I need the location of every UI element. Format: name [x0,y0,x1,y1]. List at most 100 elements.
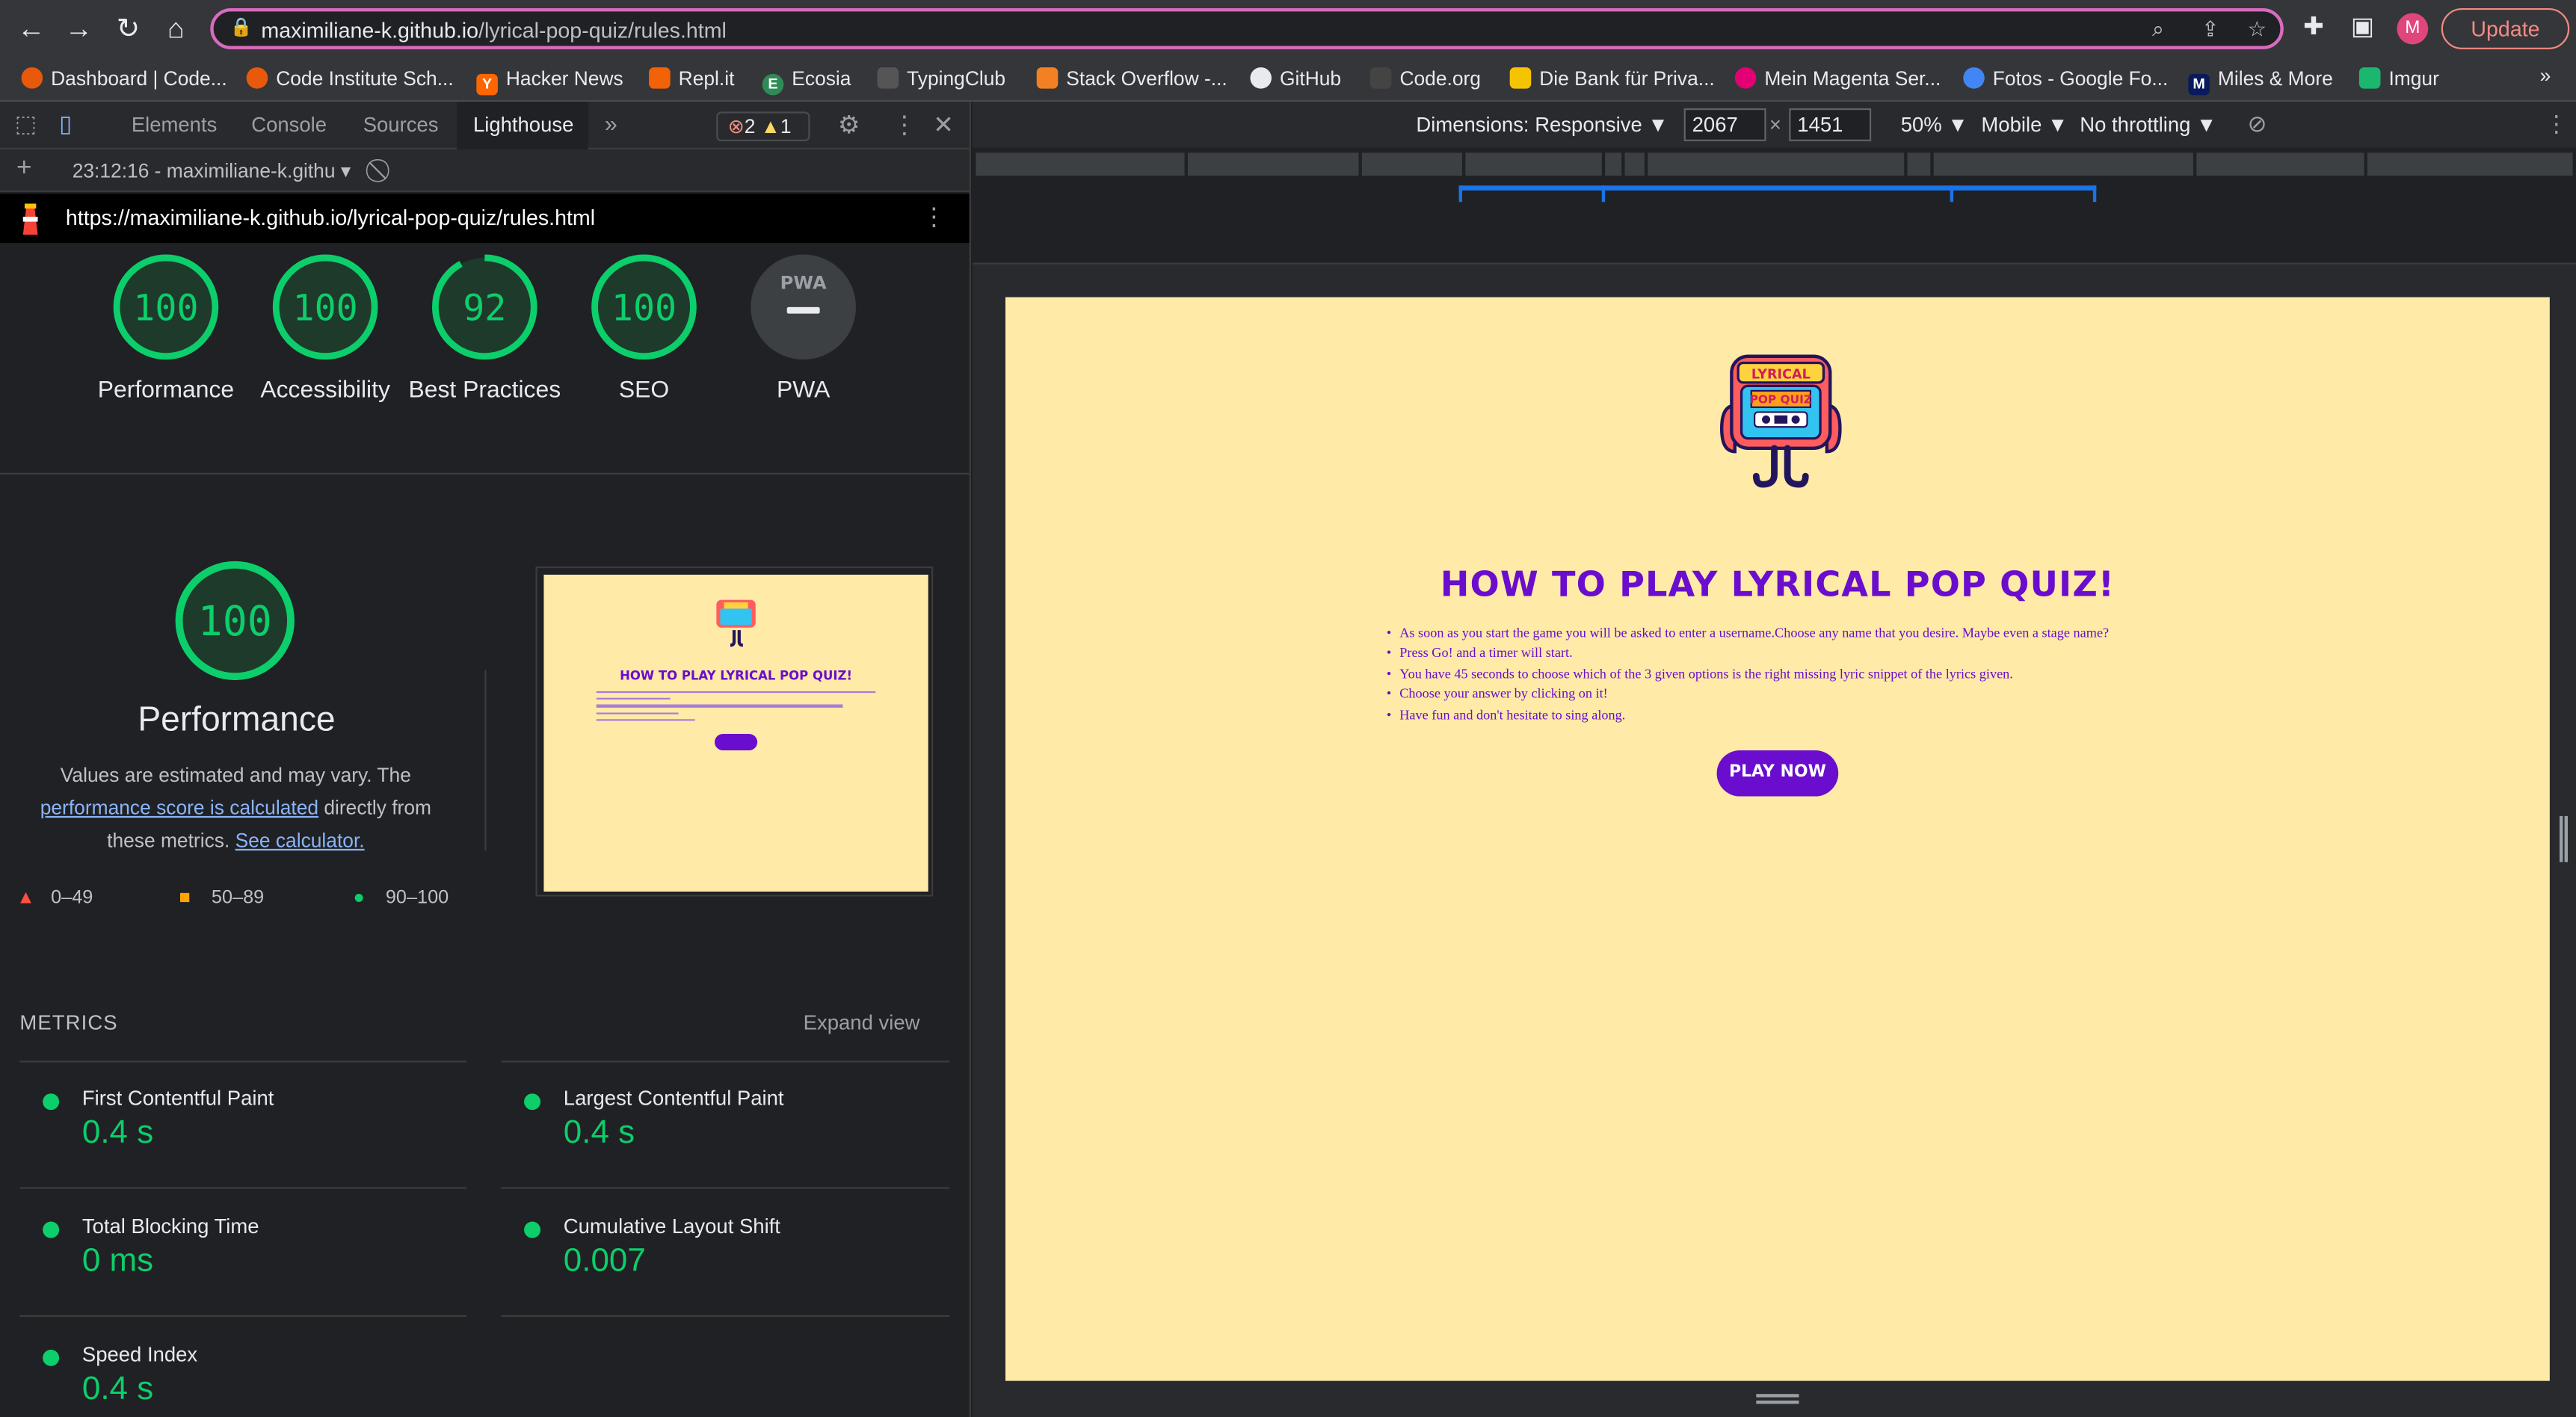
lighthouse-url: https://maximiliane-k.github.io/lyrical-… [65,205,596,230]
bookmark-item[interactable]: M Miles & More [2188,64,2333,96]
width-input[interactable]: 2067 [1683,108,1766,141]
device-type-dropdown[interactable]: Mobile ▼ [1981,114,2068,137]
bookmark-item[interactable]: Y Hacker News [476,64,623,96]
share-icon[interactable]: ⇪ [2201,16,2219,43]
score-gauge-best-practices[interactable]: 92 Best Practices [408,253,561,404]
report-selector[interactable]: 23:12:16 - maximiliane-k.githu ▾ [73,159,351,182]
inspect-element-icon[interactable]: ⬚ [15,110,37,138]
more-tabs-icon[interactable]: » [605,110,617,136]
star-icon[interactable]: ☆ [2247,16,2267,43]
average-square-icon: ■ [179,888,191,908]
address-url[interactable]: maximiliane-k.github.io/lyrical-pop-quiz… [261,18,726,43]
gauge-ring: 100 [272,254,378,360]
bookmark-item[interactable]: Code Institute Sch... [246,64,454,94]
zoom-search-icon[interactable]: ⌕ [2152,16,2164,43]
bookmark-favicon-icon [1036,67,1059,89]
back-arrow-icon[interactable]: ← [11,10,51,49]
play-now-button[interactable]: PLAY NOW [1716,750,1839,797]
bookmark-item[interactable]: E Ecosia [762,64,851,96]
zoom-dropdown[interactable]: 50% ▼ [1901,114,1968,137]
settings-gear-icon[interactable]: ⚙ [838,110,860,139]
device-toggle-icon[interactable]: ▯ [59,110,72,138]
thumbnail-title: HOW TO PLAY LYRICAL POP QUIZ! [620,668,852,683]
tab-sources[interactable]: Sources [363,114,439,137]
bookmark-item[interactable]: Imgur [2358,64,2439,94]
side-panel-icon[interactable]: ▣ [2351,11,2374,41]
gauge-value: 100 [292,287,357,329]
pass-dot-icon [43,1093,60,1111]
more-options-icon[interactable]: ⋮ [892,110,916,139]
gauge-label: PWA [776,377,831,404]
gauge-ring: 100 [113,254,219,360]
throttling-dropdown[interactable]: No throttling ▼ [2080,114,2216,137]
tab-console[interactable]: Console [251,114,327,137]
gauge-value: 92 [463,287,506,329]
reload-icon[interactable]: ↻ [108,10,148,49]
bookmarks-overflow-icon[interactable]: » [2540,64,2551,87]
issues-badge[interactable]: ⊗2 ▲1 [716,111,810,141]
lyrical-pop-quiz-logo[interactable]: LYRICAL POP QUIZ [1715,350,1846,491]
lighthouse-logo-icon [22,203,38,235]
bookmark-favicon-icon [1250,67,1272,89]
score-gauge-performance[interactable]: 100 Performance [98,253,234,404]
device-more-options-icon[interactable]: ⋮ [2545,110,2568,138]
see-calculator-link[interactable]: See calculator. [235,829,365,852]
update-button[interactable]: Update [2441,7,2570,49]
rules-list: As soon as you start the game you will b… [1387,624,2109,726]
metrics-heading: METRICS [19,1011,118,1035]
home-icon[interactable]: ⌂ [156,10,196,49]
height-input[interactable]: 1451 [1789,108,1872,141]
address-bar[interactable]: 🔒 maximiliane-k.github.io/lyrical-pop-qu… [210,7,2284,49]
report-menu-icon[interactable]: ⋮ [922,202,946,231]
final-screenshot-thumbnail[interactable]: HOW TO PLAY LYRICAL POP QUIZ! [535,566,934,897]
bookmark-item[interactable]: Dashboard | Code... [21,64,227,94]
bookmark-item[interactable]: Die Bank für Priva... [1509,64,1715,94]
rotate-icon[interactable]: ⊘ [2247,110,2267,138]
new-report-plus-icon[interactable]: + [16,155,32,185]
rules-list-item: Press Go! and a timer will start. [1387,644,2109,664]
expand-view-toggle[interactable]: Expand view [804,1011,920,1034]
score-gauge-seo[interactable]: 100 SEO [590,253,698,404]
bookmark-favicon-icon: Y [476,73,498,96]
bookmark-item[interactable]: TypingClub [877,64,1005,94]
pass-dot-icon [43,1221,60,1238]
bookmark-favicon-icon [21,67,43,89]
bookmark-favicon-icon [1369,67,1392,89]
pass-dot-icon [43,1349,60,1366]
score-gauge-accessibility[interactable]: 100 Accessibility [260,253,390,404]
thumbnail-play-button [714,734,758,751]
viewport-resize-handle-right[interactable] [2560,815,2569,862]
profile-avatar[interactable]: M [2397,13,2429,45]
viewport-resize-handle-bottom[interactable] [1756,1394,1799,1404]
lock-icon: 🔒 [229,18,253,38]
tab-elements[interactable]: Elements [132,114,218,137]
svg-text:PWA: PWA [780,273,827,294]
performance-description: Values are estimated and may vary. The p… [40,763,431,853]
bookmark-item[interactable]: GitHub [1250,64,1341,94]
bookmarks-bar: Dashboard | Code... Code Institute Sch..… [0,57,2576,102]
score-calculated-link[interactable]: performance score is calculated [40,797,318,820]
bookmark-favicon-icon [2358,67,2381,89]
extensions-puzzle-icon[interactable]: ✚ [2303,11,2324,41]
bookmark-item[interactable]: Code.org [1369,64,1481,94]
bookmark-item[interactable]: Fotos - Google Fo... [1963,64,2168,94]
close-icon[interactable]: ✕ [933,110,954,139]
pass-circle-icon: ● [353,888,365,908]
score-gauge-pwa[interactable]: PWA PWA [749,253,857,404]
logo-text-line1: LYRICAL [1751,367,1811,382]
tab-lighthouse[interactable]: Lighthouse [473,114,573,137]
warning-icon: ▲ [760,114,780,138]
thumbnail-lines [596,691,876,721]
media-query-ruler [973,147,2576,263]
browser-toolbar: ← → ↻ ⌂ 🔒 maximiliane-k.github.io/lyrica… [0,0,2576,58]
bookmark-item[interactable]: Repl.it [649,64,734,94]
bookmark-item[interactable]: Mein Magenta Ser... [1734,64,1941,94]
lighthouse-report-bar: + 23:12:16 - maximiliane-k.githu ▾ ⃠ [0,149,970,193]
bookmark-item[interactable]: Stack Overflow -... [1036,64,1227,94]
forward-arrow-icon[interactable]: → [59,10,99,49]
thumbnail-logo-icon [716,599,756,647]
gauge-value: 100 [133,287,198,329]
pass-dot-icon [524,1221,541,1238]
bookmark-favicon-icon: E [762,73,784,96]
dimensions-dropdown[interactable]: Dimensions: Responsive ▼ [1416,114,1668,137]
